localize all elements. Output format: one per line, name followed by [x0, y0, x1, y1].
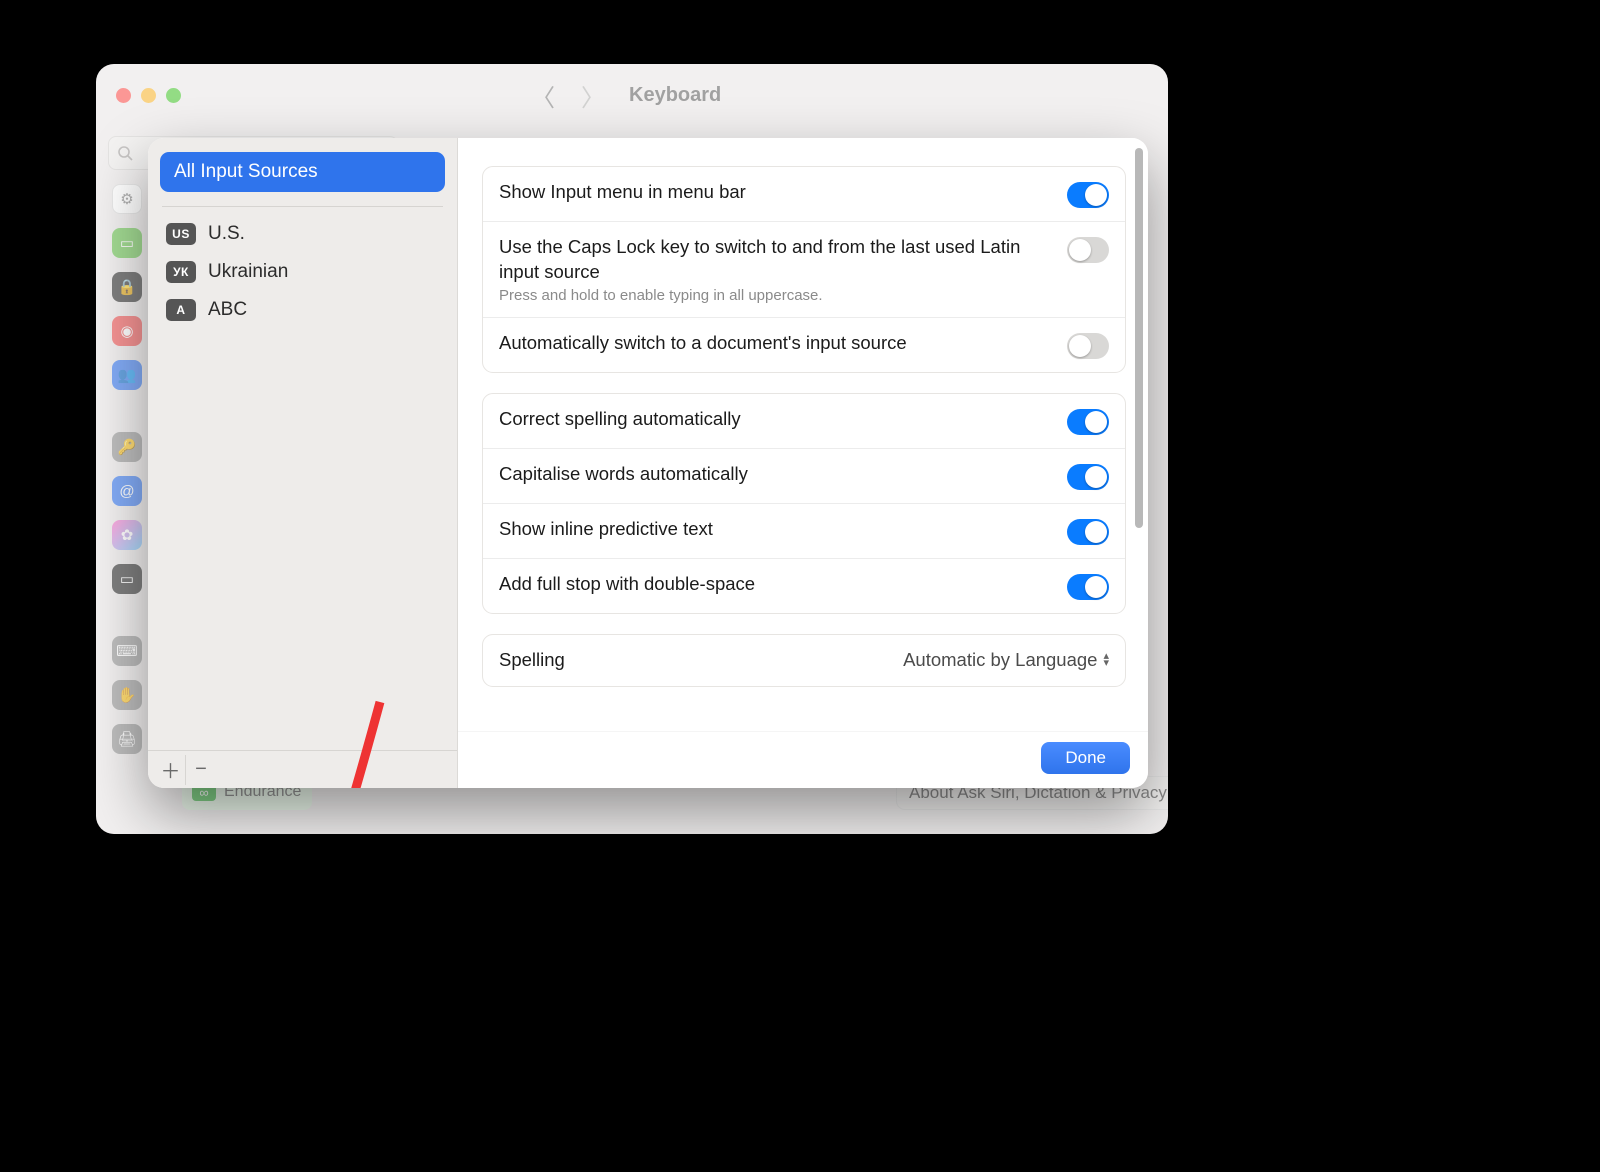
- setting-row: Correct spelling automatically: [483, 394, 1125, 449]
- lock-icon[interactable]: 🔒: [112, 272, 142, 302]
- button-label: Done: [1065, 748, 1106, 767]
- setting-label: Capitalise words automatically: [499, 462, 1053, 487]
- trackpad-icon[interactable]: ✋: [112, 680, 142, 710]
- add-button[interactable]: ＋: [156, 755, 186, 785]
- passwords-icon[interactable]: 🔑: [112, 432, 142, 462]
- spelling-row[interactable]: Spelling Automatic by Language ▴▾: [483, 635, 1125, 686]
- input-sources-sheet: All Input Sources USU.S.УКUkrainianAABC …: [148, 138, 1148, 788]
- setting-row: Automatically switch to a document's inp…: [483, 318, 1125, 372]
- toggle[interactable]: [1067, 519, 1109, 545]
- sidebar-item-label: All Input Sources: [174, 161, 318, 182]
- layout-badge: A: [166, 299, 196, 321]
- sidebar-item-input-source[interactable]: A ABC: [160, 291, 445, 329]
- spelling-select[interactable]: Automatic by Language ▴▾: [903, 649, 1109, 671]
- forward-icon[interactable]: 〉: [581, 78, 605, 113]
- window-controls: [116, 88, 181, 103]
- zoom-icon[interactable]: [166, 88, 181, 103]
- search-icon: [117, 145, 133, 161]
- sidebar-item-label: U.S.: [208, 223, 245, 245]
- input-sources-sidebar: All Input Sources USU.S.УКUkrainianAABC …: [148, 138, 458, 788]
- toggle[interactable]: [1067, 237, 1109, 263]
- setting-row: Show Input menu in menu bar: [483, 167, 1125, 222]
- page-title: Keyboard: [629, 84, 721, 107]
- setting-row: Show inline predictive text: [483, 504, 1125, 559]
- sidebar-item-input-source[interactable]: US U.S.: [160, 215, 445, 253]
- sidebar-item-input-source[interactable]: УК Ukrainian: [160, 253, 445, 291]
- done-button[interactable]: Done: [1041, 742, 1130, 774]
- setting-row: Add full stop with double-space: [483, 559, 1125, 613]
- settings-sidebar: ⚙ ▭ 🔒 ◉ 👥 🔑 @ ✿ ▭ ⌨ ✋ 🖨: [112, 184, 142, 754]
- general-icon[interactable]: ⚙: [120, 190, 133, 208]
- setting-label: Spelling: [499, 648, 903, 673]
- gamecenter-icon[interactable]: ✿: [112, 520, 142, 550]
- back-icon[interactable]: 〈: [531, 78, 555, 113]
- setting-row: Capitalise words automatically: [483, 449, 1125, 504]
- layout-badge: US: [166, 223, 196, 245]
- users-icon[interactable]: 👥: [112, 360, 142, 390]
- settings-group: Spelling Automatic by Language ▴▾: [482, 634, 1126, 687]
- sidebar-item-label: Ukrainian: [208, 261, 288, 283]
- touchid-icon[interactable]: ◉: [112, 316, 142, 346]
- setting-label: Correct spelling automatically: [499, 407, 1053, 432]
- setting-label: Add full stop with double-space: [499, 572, 1053, 597]
- setting-sublabel: Press and hold to enable typing in all u…: [499, 287, 1053, 304]
- setting-label: Automatically switch to a document's inp…: [499, 331, 1053, 356]
- sheet-footer: Done: [458, 731, 1148, 788]
- updown-icon: ▴▾: [1103, 653, 1109, 667]
- settings-group: Correct spelling automatically Capitalise…: [482, 393, 1126, 614]
- add-remove-toolbar: ＋ −: [148, 750, 457, 788]
- battery-icon[interactable]: ▭: [112, 228, 142, 258]
- divider: [162, 206, 443, 207]
- sidebar-item-all-input-sources[interactable]: All Input Sources: [160, 152, 445, 192]
- setting-row: Use the Caps Lock key to switch to and f…: [483, 222, 1125, 318]
- close-icon[interactable]: [116, 88, 131, 103]
- toggle[interactable]: [1067, 333, 1109, 359]
- wallet-icon[interactable]: ▭: [112, 564, 142, 594]
- settings-group: Show Input menu in menu bar Use the Caps …: [482, 166, 1126, 373]
- select-value: Automatic by Language: [903, 649, 1097, 671]
- scrollbar[interactable]: [1135, 148, 1143, 528]
- setting-label: Show inline predictive text: [499, 517, 1053, 542]
- input-sources-settings: Show Input menu in menu bar Use the Caps …: [458, 138, 1148, 788]
- setting-label: Use the Caps Lock key to switch to and f…: [499, 235, 1053, 285]
- keyboard-icon[interactable]: ⌨: [112, 636, 142, 666]
- remove-button[interactable]: −: [186, 755, 216, 785]
- titlebar: 〈 〉 Keyboard: [96, 64, 1168, 126]
- printers-icon[interactable]: 🖨: [112, 724, 142, 754]
- toggle[interactable]: [1067, 182, 1109, 208]
- internet-accounts-icon[interactable]: @: [112, 476, 142, 506]
- toggle[interactable]: [1067, 574, 1109, 600]
- minimize-icon[interactable]: [141, 88, 156, 103]
- setting-label: Show Input menu in menu bar: [499, 180, 1053, 205]
- toggle[interactable]: [1067, 409, 1109, 435]
- toggle[interactable]: [1067, 464, 1109, 490]
- layout-badge: УК: [166, 261, 196, 283]
- nav-buttons: 〈 〉: [531, 78, 605, 113]
- sidebar-item-label: ABC: [208, 299, 247, 321]
